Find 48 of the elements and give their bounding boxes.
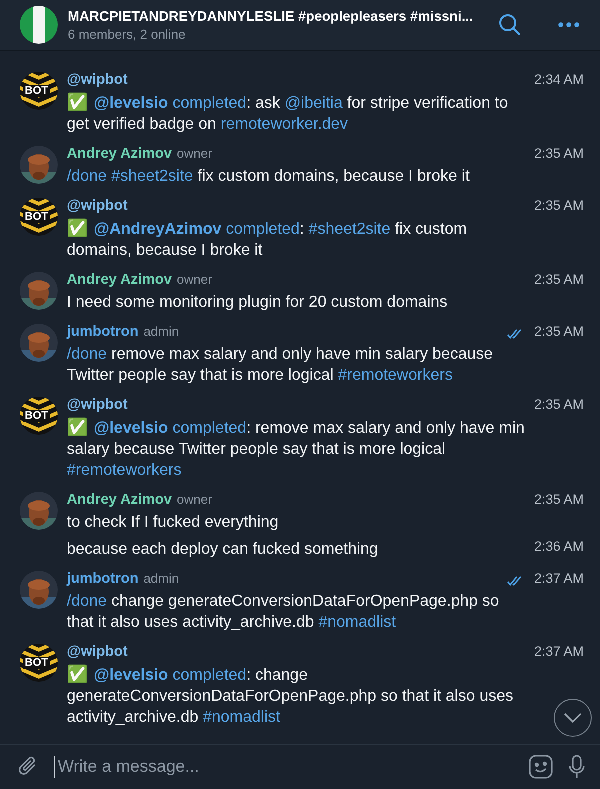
message-time: 2:34 AM [534,72,584,87]
avatar-label: BOT [23,85,50,97]
message-text: /done #sheet2site fix custom domains, because I broke it [67,167,471,187]
sender-name[interactable]: jumbotron [67,324,139,340]
message-time: 2:37 AM [534,571,584,586]
search-icon [498,13,522,37]
message-time: 2:35 AM [534,492,584,507]
member-role: owner [177,492,212,507]
message-text: to check If I fucked everything [67,513,280,533]
chevron-down-icon [563,712,583,724]
message-text: ✅ @levelsio completed: remove max salary and only have min salary because Twitter people say that is more logical #remoteworkers [67,417,526,481]
message-time: 2:35 AM [534,397,584,412]
chat-title: MARCPIETANDREYDANNYLESLIE #peoplepleasers #missni... [68,8,474,25]
member-role: admin [144,571,180,586]
message-time: 2:35 AM [534,324,584,339]
member-role: admin [144,324,180,339]
avatar-label: BOT [23,211,50,223]
scroll-down-button[interactable] [554,699,592,737]
sender-name[interactable]: @wipbot [67,644,128,660]
microphone-icon[interactable] [568,754,586,780]
sender-name[interactable]: @wipbot [67,72,128,88]
sender-name[interactable]: Andrey Azimov [67,272,172,288]
message-time: 2:35 AM [534,146,584,161]
message-text: ✅ @AndreyAzimov completed: #sheet2site fix custom domains, because I broke it [67,218,468,261]
group-avatar-icon [20,6,58,44]
more-icon [558,22,580,28]
sender-name[interactable]: Andrey Azimov [67,146,172,162]
sender-name[interactable]: @wipbot [67,198,128,214]
message-time: 2:35 AM [534,198,584,213]
message-text: ✅ @levelsio completed: change generateConversionDataForOpenPage.php so that it also uses activity_archive.db #nomadlist [67,664,514,728]
sender-name[interactable]: Andrey Azimov [67,492,172,508]
sender-name[interactable]: jumbotron [67,571,139,587]
avatar-label: BOT [23,657,50,669]
message-time: 2:36 AM [534,539,584,554]
sticker-icon[interactable] [528,754,554,780]
message-input[interactable]: Write a message... [54,756,514,778]
member-role: owner [177,146,212,161]
message-text: /done change generateConversionDataForOpenPage.php so that it also uses activity_archive.db #nomadlist [67,592,500,633]
message-text: because each deploy can fucked something [67,540,378,560]
avatar-label: BOT [23,410,50,422]
message-text: ✅ @levelsio completed: ask @ibeitia for stripe verification to get verified badge on remoteworker.dev [67,92,510,135]
message-text: /done remove max salary and only have min salary because Twitter people say that is more logical #remoteworkers [67,345,494,386]
message-time: 2:37 AM [534,644,584,659]
message-text: I need some monitoring plugin for 20 custom domains [67,293,449,313]
member-role: owner [177,272,212,287]
member-count: 6 members, 2 online [68,27,186,42]
sender-name[interactable]: @wipbot [67,397,128,413]
message-time: 2:35 AM [534,272,584,287]
